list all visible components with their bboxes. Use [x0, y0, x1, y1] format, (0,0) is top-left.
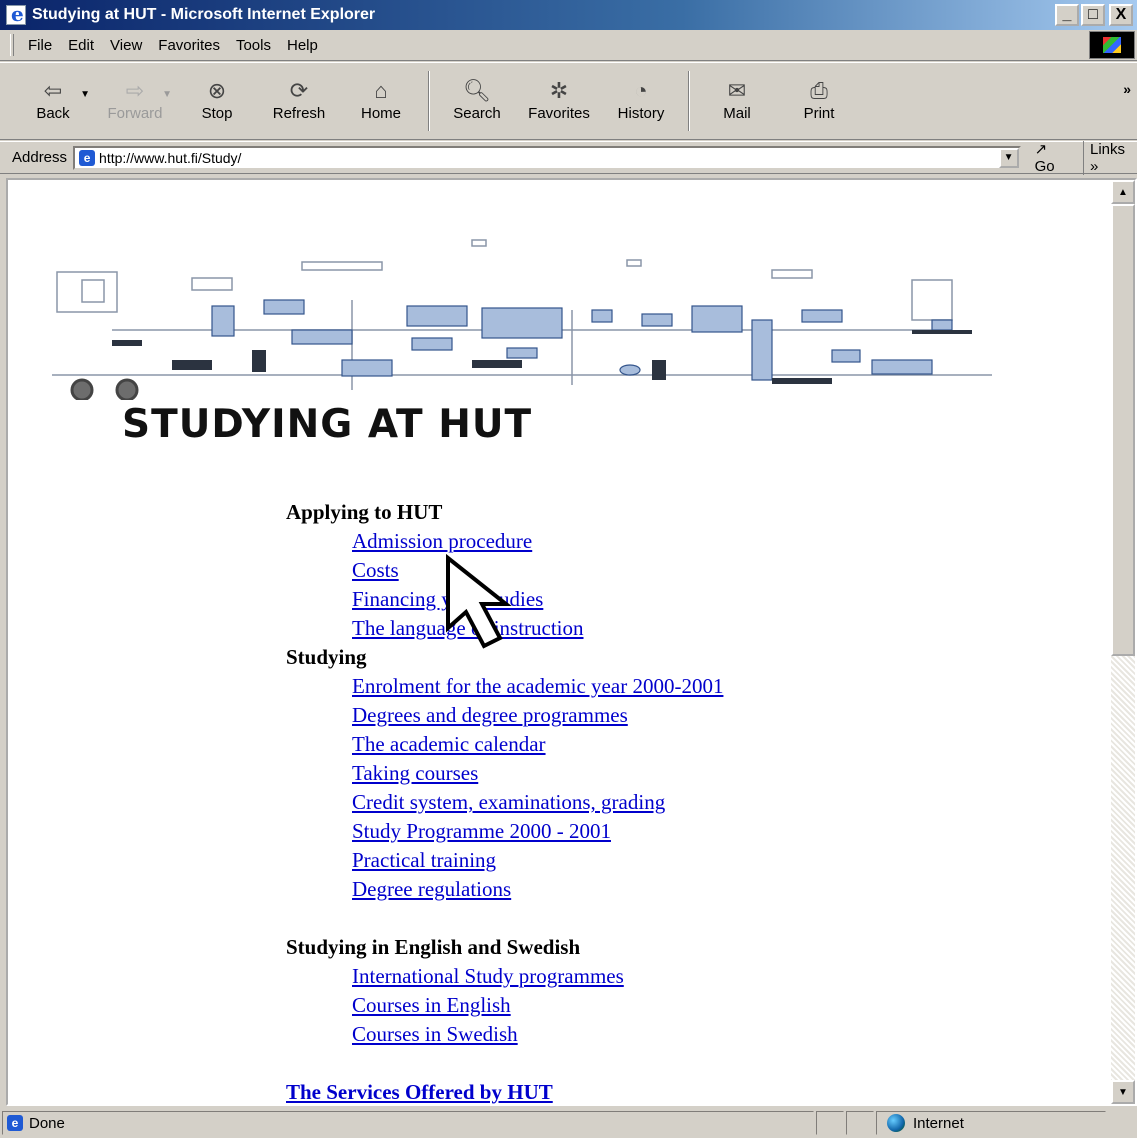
ie-app-icon[interactable] [6, 2, 26, 26]
menu-help[interactable]: Help [279, 37, 326, 54]
link-credit-system[interactable]: Credit system, examinations, grading [352, 788, 1086, 817]
windows-logo-icon [1089, 31, 1135, 59]
address-label: Address [12, 149, 68, 166]
go-button[interactable]: ↗ Go [1035, 140, 1071, 175]
link-international-programmes[interactable]: International Study programmes [352, 962, 1086, 991]
stop-label: Stop [201, 105, 233, 122]
links-button[interactable]: Links » [1082, 140, 1137, 175]
menu-grip[interactable] [10, 34, 14, 56]
favorites-label: Favorites [528, 105, 590, 122]
scroll-thumb[interactable] [1111, 204, 1135, 656]
status-zone-cell: Internet [876, 1111, 1106, 1135]
link-enrolment[interactable]: Enrolment for the academic year 2000-200… [352, 672, 1086, 701]
window-title: Studying at HUT - Microsoft Internet Exp… [32, 6, 376, 23]
zone-label: Internet [913, 1114, 964, 1132]
section-heading: Studying in English and Swedish [286, 935, 581, 959]
link-academic-calendar[interactable]: The academic calendar [352, 730, 1086, 759]
home-label: Home [360, 105, 401, 122]
back-label: Back [36, 105, 70, 122]
address-input[interactable]: e http://www.hut.fi/Study/ ▼ [73, 145, 1021, 170]
refresh-label: Refresh [272, 105, 326, 122]
stop-icon: ⊗ [207, 78, 227, 103]
status-text: Done [29, 1114, 65, 1132]
mail-label: Mail [723, 105, 751, 122]
home-icon: ⌂ [374, 78, 388, 103]
refresh-icon: ⟳ [289, 78, 309, 103]
print-label: Print [803, 105, 835, 122]
status-text-cell: e Done [2, 1111, 814, 1135]
page-icon: e [7, 1115, 23, 1131]
globe-icon [887, 1114, 905, 1132]
link-courses-swedish[interactable]: Courses in Swedish [352, 1020, 1086, 1049]
link-admission-procedure[interactable]: Admission procedure [352, 527, 1086, 556]
home-button[interactable]: ⌂ Home [340, 63, 422, 139]
link-taking-courses[interactable]: Taking courses [352, 759, 1086, 788]
search-button[interactable]: 🔍︎ Search [436, 63, 518, 139]
address-dropdown-icon[interactable]: ▼ [998, 147, 1019, 168]
maximize-button[interactable]: □ [1081, 4, 1105, 26]
scroll-down-icon[interactable]: ▼ [1111, 1080, 1135, 1104]
standard-toolbar: ⇦ Back ▼ ⇨ Forward ▼ ⊗ Stop ⟳ Refresh ⌂ … [0, 62, 1137, 140]
link-degree-regulations[interactable]: Degree regulations [352, 875, 1086, 904]
close-button[interactable]: X [1109, 4, 1133, 26]
section-heading: Studying [286, 645, 367, 669]
menu-favorites[interactable]: Favorites [150, 37, 228, 54]
back-button[interactable]: ⇦ Back ▼ [12, 63, 94, 139]
status-bar: e Done Internet [0, 1108, 1137, 1138]
go-label: Go [1034, 158, 1055, 175]
search-label: Search [453, 105, 501, 122]
search-icon: 🔍︎ [463, 78, 491, 103]
back-dropdown-icon[interactable]: ▼ [80, 89, 90, 100]
page-heading: STUDYING AT HUT [122, 402, 533, 447]
forward-label: Forward [107, 105, 163, 122]
link-courses-english[interactable]: Courses in English [352, 991, 1086, 1020]
go-arrow-icon: ↗ [1034, 141, 1048, 158]
circuit-board-banner [52, 239, 992, 400]
status-security-cell [846, 1111, 874, 1135]
forward-dropdown-icon[interactable]: ▼ [162, 89, 172, 100]
forward-button[interactable]: ⇨ Forward ▼ [94, 63, 176, 139]
address-bar: Address e http://www.hut.fi/Study/ ▼ ↗ G… [0, 140, 1137, 175]
menu-edit[interactable]: Edit [60, 37, 102, 54]
study-links: Applying to HUT Admission procedure Cost… [286, 498, 1086, 1104]
toolbar-separator [688, 71, 690, 131]
mail-button[interactable]: ✉ Mail [696, 63, 778, 139]
link-services-offered[interactable]: The Services Offered by HUT [286, 1078, 1086, 1104]
status-progress-cell [816, 1111, 844, 1135]
section-heading: Applying to HUT [286, 500, 443, 524]
history-icon: ◔ [634, 78, 648, 103]
title-bar[interactable]: Studying at HUT - Microsoft Internet Exp… [0, 0, 1137, 30]
favorites-icon: ✲ [549, 78, 569, 103]
address-url[interactable]: http://www.hut.fi/Study/ [99, 150, 241, 166]
page-content[interactable]: STUDYING AT HUT Applying to HUT Admissio… [6, 178, 1137, 1106]
toolbar-separator [428, 71, 430, 131]
mouse-cursor-icon [446, 554, 512, 649]
vertical-scrollbar[interactable]: ▲ ▼ [1111, 180, 1135, 1104]
refresh-button[interactable]: ⟳ Refresh [258, 63, 340, 139]
page-icon: e [79, 149, 96, 166]
toolbar-chevron[interactable]: » [1123, 81, 1131, 97]
mail-icon: ✉ [727, 78, 747, 103]
link-study-programme[interactable]: Study Programme 2000 - 2001 [352, 817, 1086, 846]
back-arrow-icon: ⇦ [43, 78, 63, 103]
link-practical-training[interactable]: Practical training [352, 846, 1086, 875]
history-label: History [617, 105, 665, 122]
menu-file[interactable]: File [20, 37, 60, 54]
scroll-up-icon[interactable]: ▲ [1111, 180, 1135, 204]
favorites-button[interactable]: ✲ Favorites [518, 63, 600, 139]
window-controls: _ □ X [1055, 4, 1133, 26]
menu-view[interactable]: View [102, 37, 150, 54]
forward-arrow-icon: ⇨ [125, 78, 145, 103]
menu-tools[interactable]: Tools [228, 37, 279, 54]
history-button[interactable]: ◔ History [600, 63, 682, 139]
link-degrees-programmes[interactable]: Degrees and degree programmes [352, 701, 1086, 730]
print-button[interactable]: ⎙ Print [778, 63, 860, 139]
stop-button[interactable]: ⊗ Stop [176, 63, 258, 139]
print-icon: ⎙ [810, 78, 828, 103]
menu-bar: File Edit View Favorites Tools Help [0, 30, 1137, 61]
minimize-button[interactable]: _ [1055, 4, 1079, 26]
